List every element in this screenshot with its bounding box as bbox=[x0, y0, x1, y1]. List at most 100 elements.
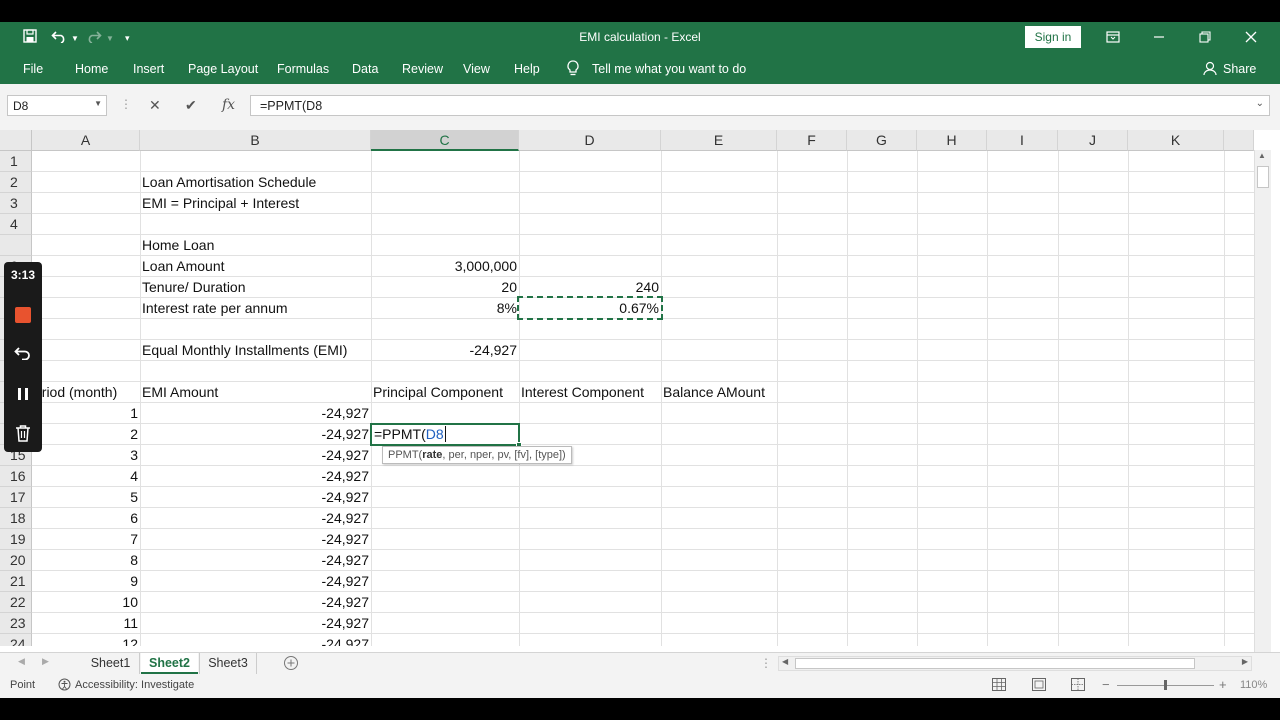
zoom-level[interactable]: 110% bbox=[1240, 679, 1267, 691]
next-sheet-icon[interactable]: ▶ bbox=[42, 656, 49, 667]
row-header[interactable]: 20 bbox=[0, 550, 32, 571]
formula-input[interactable]: =PPMT(D8 ⌄ bbox=[250, 95, 1270, 116]
cell-b8[interactable]: Interest rate per annum bbox=[140, 298, 288, 319]
sheet-tab-sheet2[interactable]: Sheet2 bbox=[141, 653, 198, 674]
column-header-c[interactable]: C bbox=[371, 130, 519, 151]
tab-split-grip-icon[interactable]: ⋮ bbox=[760, 656, 772, 670]
schedule-period-cell[interactable]: 11 bbox=[32, 613, 140, 634]
cell-d12[interactable]: Interest Component bbox=[519, 382, 644, 403]
row-header[interactable]: 24 bbox=[0, 634, 32, 646]
active-cell-editor[interactable]: =PPMT(D8 bbox=[372, 425, 446, 446]
cell-b2[interactable]: Loan Amortisation Schedule bbox=[140, 172, 316, 193]
column-header-g[interactable]: G bbox=[847, 130, 917, 151]
cell-b5[interactable]: Home Loan bbox=[140, 235, 214, 256]
normal-view-icon[interactable] bbox=[992, 678, 1006, 694]
cell-b3[interactable]: EMI = Principal + Interest bbox=[140, 193, 299, 214]
insert-function-icon[interactable]: fx bbox=[222, 97, 235, 113]
schedule-emi-cell[interactable]: -24,927 bbox=[140, 487, 371, 508]
column-header-b[interactable]: B bbox=[140, 130, 371, 151]
accessibility-status[interactable]: Accessibility: Investigate bbox=[75, 679, 194, 691]
restore-icon[interactable] bbox=[1195, 28, 1215, 48]
close-icon[interactable] bbox=[1241, 28, 1261, 48]
schedule-emi-cell[interactable]: -24,927 bbox=[140, 466, 371, 487]
row-header[interactable]: 17 bbox=[0, 487, 32, 508]
row-header[interactable]: 18 bbox=[0, 508, 32, 529]
sheet-tab-sheet1[interactable]: Sheet1 bbox=[82, 653, 140, 674]
cell-c8[interactable]: 8% bbox=[371, 298, 519, 319]
row-header[interactable]: 4 bbox=[0, 214, 32, 235]
vertical-scrollbar[interactable]: ▲ ▼ bbox=[1254, 150, 1271, 676]
cell-e12[interactable]: Balance AMount bbox=[661, 382, 765, 403]
schedule-period-cell[interactable]: 6 bbox=[32, 508, 140, 529]
prev-sheet-icon[interactable]: ◀ bbox=[18, 656, 25, 667]
cancel-entry-icon[interactable]: ✕ bbox=[149, 97, 161, 114]
schedule-period-cell[interactable]: 9 bbox=[32, 571, 140, 592]
active-cell-c13[interactable]: =PPMT(D8 bbox=[370, 423, 522, 448]
schedule-emi-cell[interactable]: -24,927 bbox=[140, 403, 371, 424]
schedule-period-cell[interactable]: 3 bbox=[32, 445, 140, 466]
row-header[interactable]: 23 bbox=[0, 613, 32, 634]
schedule-period-cell[interactable]: 1 bbox=[32, 403, 140, 424]
schedule-emi-cell[interactable]: -24,927 bbox=[140, 529, 371, 550]
zoom-out-icon[interactable]: − bbox=[1102, 677, 1110, 692]
column-header-f[interactable]: F bbox=[777, 130, 847, 151]
expand-formula-bar-icon[interactable]: ⌄ bbox=[1256, 98, 1264, 109]
vertical-scroll-thumb[interactable] bbox=[1257, 166, 1269, 188]
schedule-period-cell[interactable]: 8 bbox=[32, 550, 140, 571]
tooltip-remaining-args[interactable]: , per, nper, pv, [fv], [type]) bbox=[442, 449, 565, 461]
schedule-emi-cell[interactable]: -24,927 bbox=[140, 508, 371, 529]
name-box[interactable]: D8 ▼ bbox=[7, 95, 107, 116]
cell-a12[interactable]: eriod (month) bbox=[32, 382, 140, 403]
row-header[interactable]: 16 bbox=[0, 466, 32, 487]
page-break-view-icon[interactable] bbox=[1071, 678, 1085, 694]
zoom-in-icon[interactable]: + bbox=[1219, 677, 1227, 692]
tell-me-search[interactable]: Tell me what you want to do bbox=[592, 62, 746, 76]
name-box-dropdown-icon[interactable]: ▼ bbox=[94, 99, 102, 108]
scroll-left-icon[interactable]: ◀ bbox=[782, 657, 788, 666]
stop-recording-icon[interactable] bbox=[15, 307, 31, 323]
share-person-icon[interactable] bbox=[1203, 61, 1217, 79]
cell-c10[interactable]: -24,927 bbox=[371, 340, 519, 361]
scroll-right-icon[interactable]: ▶ bbox=[1242, 657, 1248, 666]
zoom-slider-thumb[interactable] bbox=[1164, 680, 1167, 690]
column-header-h[interactable]: H bbox=[917, 130, 987, 151]
horizontal-scroll-thumb[interactable] bbox=[795, 658, 1195, 669]
schedule-emi-cell[interactable]: -24,927 bbox=[140, 634, 371, 646]
schedule-emi-cell[interactable]: -24,927 bbox=[140, 445, 371, 466]
row-header[interactable]: 21 bbox=[0, 571, 32, 592]
tab-page-layout[interactable]: Page Layout bbox=[188, 62, 258, 76]
cell-c7[interactable]: 20 bbox=[371, 277, 519, 298]
accessibility-icon[interactable] bbox=[58, 678, 71, 694]
cell-c6[interactable]: 3,000,000 bbox=[371, 256, 519, 277]
schedule-emi-cell[interactable]: -24,927 bbox=[140, 550, 371, 571]
column-header-partial[interactable] bbox=[1224, 130, 1254, 151]
spreadsheet-grid[interactable]: A B C D E F G H I J K 123461415161718192… bbox=[0, 130, 1254, 646]
row-header[interactable]: 19 bbox=[0, 529, 32, 550]
schedule-emi-cell[interactable]: -24,927 bbox=[140, 571, 371, 592]
cell-c12[interactable]: Principal Component bbox=[371, 382, 503, 403]
tab-insert[interactable]: Insert bbox=[133, 62, 164, 76]
schedule-emi-cell[interactable]: -24,927 bbox=[140, 613, 371, 634]
share-button[interactable]: Share bbox=[1223, 62, 1256, 76]
column-header-k[interactable]: K bbox=[1128, 130, 1224, 151]
minimize-icon[interactable] bbox=[1149, 28, 1169, 48]
schedule-period-cell[interactable]: 12 bbox=[32, 634, 140, 646]
restart-recording-icon[interactable] bbox=[14, 346, 32, 365]
tab-help[interactable]: Help bbox=[514, 62, 540, 76]
cell-b7[interactable]: Tenure/ Duration bbox=[140, 277, 246, 298]
column-header-j[interactable]: J bbox=[1058, 130, 1128, 151]
row-header[interactable]: 22 bbox=[0, 592, 32, 613]
column-header-e[interactable]: E bbox=[661, 130, 777, 151]
ribbon-display-options-icon[interactable] bbox=[1103, 28, 1123, 48]
tooltip-current-arg[interactable]: rate bbox=[422, 449, 442, 461]
sign-in-button[interactable]: Sign in bbox=[1025, 26, 1081, 48]
page-layout-view-icon[interactable] bbox=[1032, 678, 1046, 694]
cell-b6[interactable]: Loan Amount bbox=[140, 256, 225, 277]
tab-file[interactable]: File bbox=[23, 62, 43, 76]
row-header[interactable]: 2 bbox=[0, 172, 32, 193]
sheet-tab-sheet3[interactable]: Sheet3 bbox=[199, 653, 257, 674]
schedule-period-cell[interactable]: 2 bbox=[32, 424, 140, 445]
tab-review[interactable]: Review bbox=[402, 62, 443, 76]
row-header[interactable] bbox=[0, 235, 32, 256]
row-header[interactable]: 3 bbox=[0, 193, 32, 214]
